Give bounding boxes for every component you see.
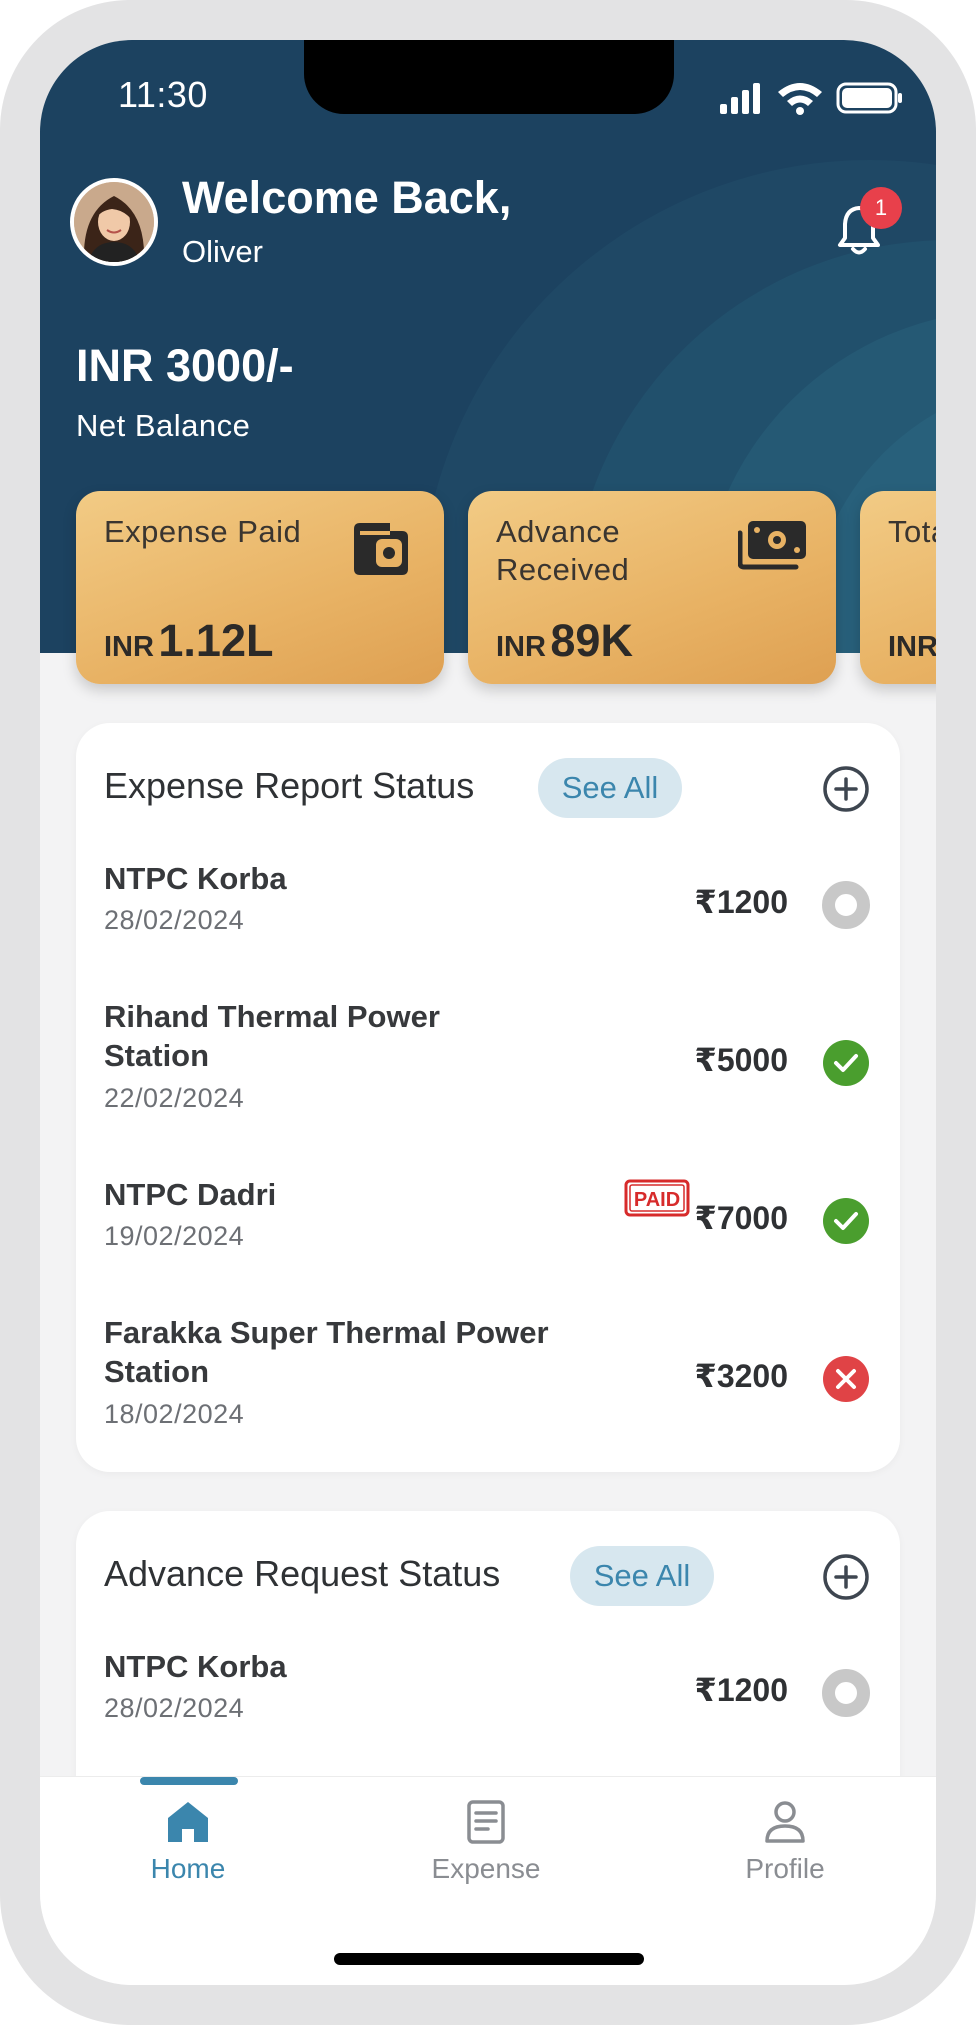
list-item-amount: ₹5000 <box>694 1042 788 1078</box>
add-advance-icon[interactable] <box>822 1553 870 1601</box>
list-item-name[interactable]: NTPC Korba <box>104 859 287 898</box>
battery-icon <box>836 82 902 114</box>
status-icons <box>720 82 902 115</box>
home-indicator <box>334 1953 644 1965</box>
notification-badge: 1 <box>860 187 902 229</box>
see-all-button[interactable]: See All <box>570 1546 714 1606</box>
total-credit-card[interactable]: Total Credit INR <box>860 491 936 684</box>
list-item-amount: ₹1200 <box>694 1672 788 1708</box>
expense-report-panel: Expense Report Status See All NTPC Korba… <box>76 723 900 1472</box>
approved-check-icon <box>823 1040 869 1086</box>
card-label: Expense Paid <box>104 514 302 549</box>
wifi-icon <box>778 83 822 115</box>
card-value: 89K <box>550 615 633 666</box>
tab-expense[interactable]: Expense <box>386 1777 586 1897</box>
avatar[interactable] <box>70 178 158 266</box>
add-expense-icon[interactable] <box>822 765 870 813</box>
tab-label: Profile <box>745 1853 825 1884</box>
camera-notch <box>304 40 674 114</box>
tab-home[interactable]: Home <box>88 1777 288 1897</box>
list-item-name[interactable]: NTPC Korba <box>104 1647 287 1686</box>
list-item-date: 22/02/2024 <box>104 1083 245 1113</box>
net-balance-label: Net Balance <box>76 408 251 443</box>
list-item-amount: ₹7000 <box>694 1200 788 1236</box>
expense-paid-card[interactable]: Expense Paid INR 1.12L <box>76 491 444 684</box>
user-name: Oliver <box>182 234 263 269</box>
panel-title: Expense Report Status <box>104 765 475 806</box>
list-item-amount: ₹1200 <box>694 884 788 920</box>
list-item-name[interactable]: NTPC Dadri <box>104 1175 276 1214</box>
wallet-icon <box>354 523 408 575</box>
rejected-cross-icon <box>823 1356 869 1402</box>
tab-label: Expense <box>431 1853 541 1884</box>
card-value: 1.12L <box>158 615 274 666</box>
list-item-date: 28/02/2024 <box>104 905 245 935</box>
card-amount: INR 89K <box>496 615 633 667</box>
tab-profile[interactable]: Profile <box>685 1777 885 1897</box>
person-icon <box>765 1801 805 1843</box>
list-item-amount: ₹3200 <box>694 1358 788 1394</box>
list-item-name[interactable]: Rihand Thermal Power Station <box>104 997 524 1075</box>
see-all-button[interactable]: See All <box>538 758 682 818</box>
card-currency: INR <box>496 631 546 663</box>
card-currency: INR <box>104 631 154 663</box>
receipt-icon <box>467 1800 505 1844</box>
advance-received-card[interactable]: Advance Received INR 89K <box>468 491 836 684</box>
panel-title: Advance Request Status <box>104 1553 501 1594</box>
card-amount: INR <box>888 615 936 667</box>
signal-icon <box>720 83 760 114</box>
app-screen: 11:30 Welcome Back, Oliver 1 INR 3000/- … <box>40 40 936 1985</box>
pending-status-icon <box>822 881 870 929</box>
card-label: Advance Received <box>496 514 630 587</box>
approved-check-icon <box>823 1198 869 1244</box>
net-balance-value: INR 3000/- <box>76 340 294 391</box>
phone-frame: 11:30 Welcome Back, Oliver 1 INR 3000/- … <box>0 0 976 2025</box>
card-amount: INR 1.12L <box>104 615 273 667</box>
card-label: Total Credit <box>888 514 936 549</box>
pending-status-icon <box>822 1669 870 1717</box>
tab-label: Home <box>150 1853 226 1884</box>
cash-icon <box>738 521 806 570</box>
list-item-date: 18/02/2024 <box>104 1399 245 1429</box>
home-icon <box>168 1802 208 1842</box>
list-item-name[interactable]: Farakka Super Thermal Power Station <box>104 1313 604 1391</box>
list-item-date: 19/02/2024 <box>104 1221 245 1251</box>
list-item-date: 28/02/2024 <box>104 1693 245 1723</box>
status-time: 11:30 <box>118 74 208 115</box>
card-currency: INR <box>888 631 936 663</box>
welcome-heading: Welcome Back, <box>182 172 512 223</box>
